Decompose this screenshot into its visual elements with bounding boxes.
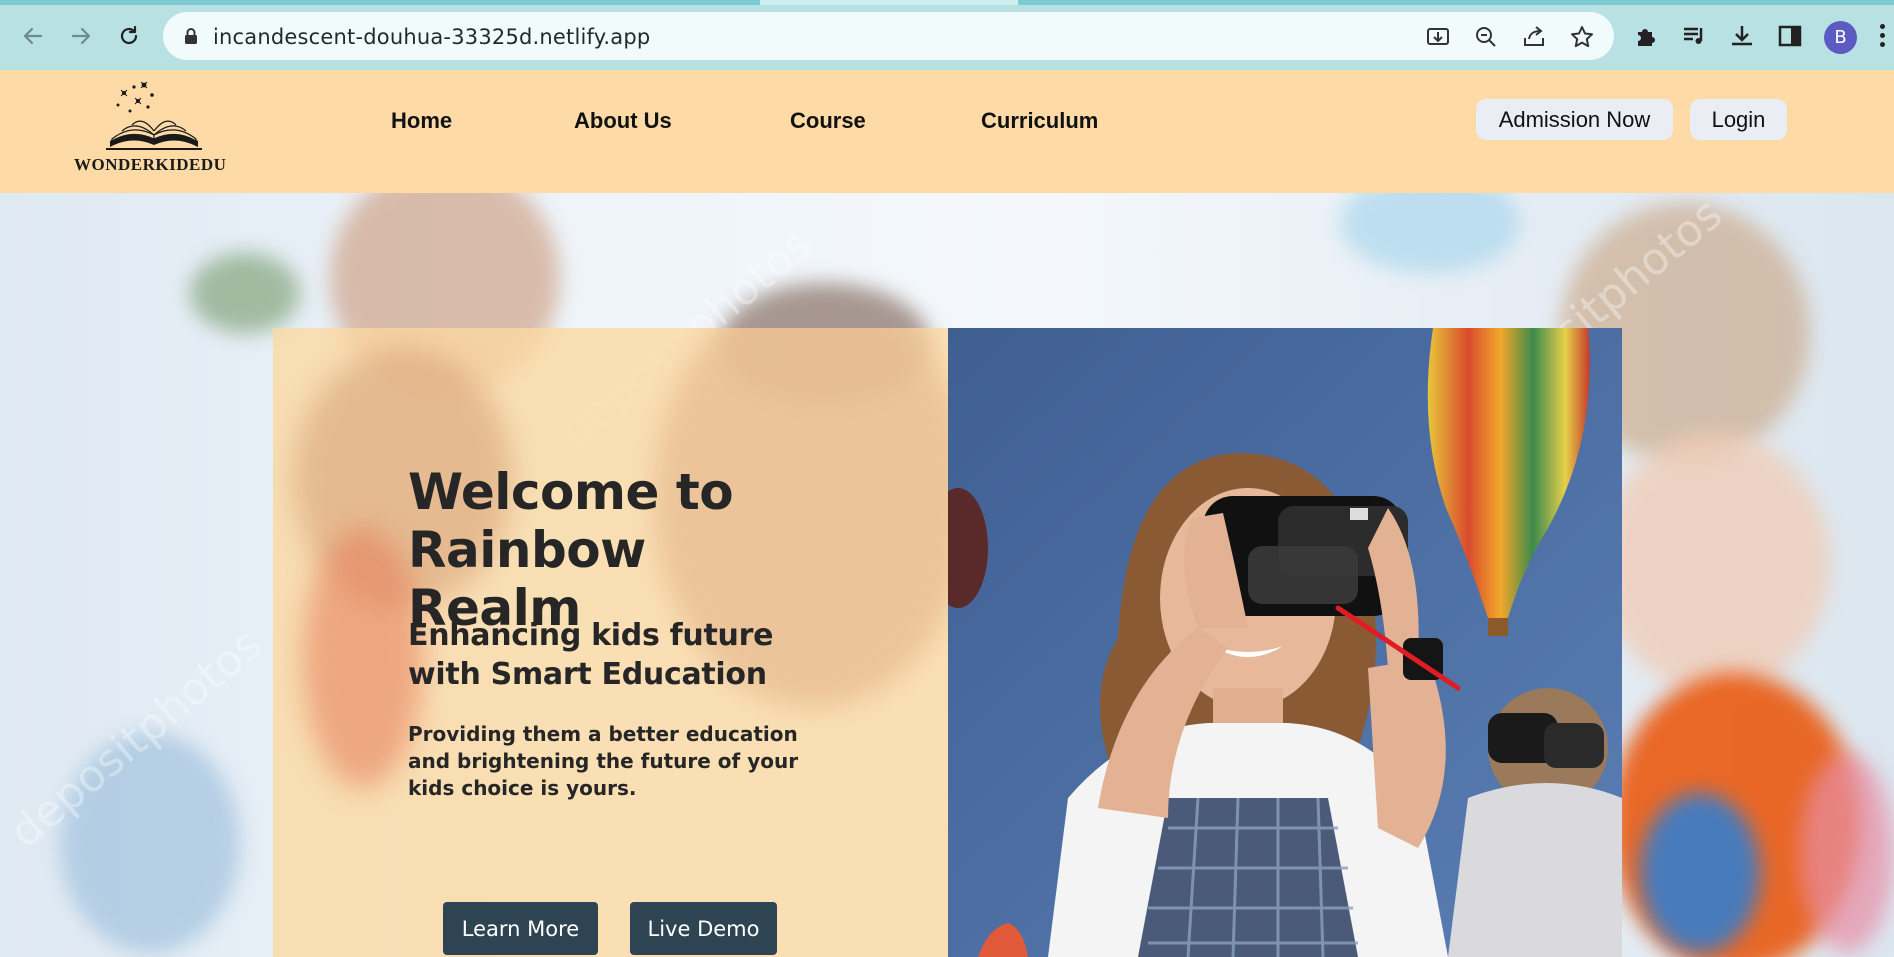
star-icon[interactable] <box>1569 24 1595 50</box>
admission-now-button[interactable]: Admission Now <box>1476 99 1673 140</box>
hero-text-card: Welcome to Rainbow Realm Enhancing kids … <box>273 328 948 957</box>
media-icon[interactable] <box>1680 22 1708 50</box>
tab-strip-edge <box>0 0 1894 5</box>
reload-icon[interactable] <box>114 21 144 51</box>
lock-icon[interactable] <box>181 26 201 46</box>
learn-more-button[interactable]: Learn More <box>443 902 598 955</box>
bg-photo-blur <box>1600 433 1830 693</box>
bg-photo-blur <box>1640 793 1760 953</box>
hero-subtitle: Enhancing kids future with Smart Educati… <box>408 618 774 692</box>
more-icon[interactable] <box>1880 24 1886 50</box>
site-header: WONDERKIDEDU Home About Us Course Curric… <box>0 70 1894 193</box>
bg-photo-blur <box>190 253 300 333</box>
logo-text: WONDERKIDEDU <box>74 155 227 174</box>
nav-home[interactable]: Home <box>391 108 452 134</box>
hero-title: Welcome to Rainbow Realm <box>408 463 734 637</box>
address-bar[interactable]: incandescent-douhua-33325d.netlify.app <box>163 12 1614 60</box>
site-logo[interactable]: WONDERKIDEDU <box>72 79 242 179</box>
nav-curriculum[interactable]: Curriculum <box>981 108 1098 134</box>
side-panel-icon[interactable] <box>1776 22 1804 50</box>
hero-photo <box>948 328 1622 957</box>
hero-description: Providing them a better education and br… <box>408 722 799 800</box>
bg-photo-blur <box>303 528 423 788</box>
login-button[interactable]: Login <box>1690 99 1787 140</box>
nav-about-us[interactable]: About Us <box>574 108 672 134</box>
book-logo-icon <box>106 81 202 150</box>
browser-toolbar: incandescent-douhua-33325d.netlify.app B <box>0 0 1894 70</box>
back-icon[interactable] <box>18 21 48 51</box>
share-icon[interactable] <box>1521 24 1547 50</box>
hero-section: depositphotos depositphotos depositphoto… <box>0 193 1894 957</box>
install-app-icon[interactable] <box>1425 24 1451 50</box>
bg-photo-blur <box>1800 753 1894 953</box>
profile-avatar[interactable]: B <box>1824 21 1857 54</box>
download-icon[interactable] <box>1728 22 1756 50</box>
vr-girl-illustration <box>948 328 1622 957</box>
extensions-icon[interactable] <box>1632 22 1660 50</box>
live-demo-button[interactable]: Live Demo <box>630 902 777 955</box>
zoom-icon[interactable] <box>1473 24 1499 50</box>
bg-photo-blur <box>1340 193 1520 273</box>
forward-icon[interactable] <box>66 21 96 51</box>
nav-course[interactable]: Course <box>790 108 866 134</box>
url-text[interactable]: incandescent-douhua-33325d.netlify.app <box>213 25 650 49</box>
